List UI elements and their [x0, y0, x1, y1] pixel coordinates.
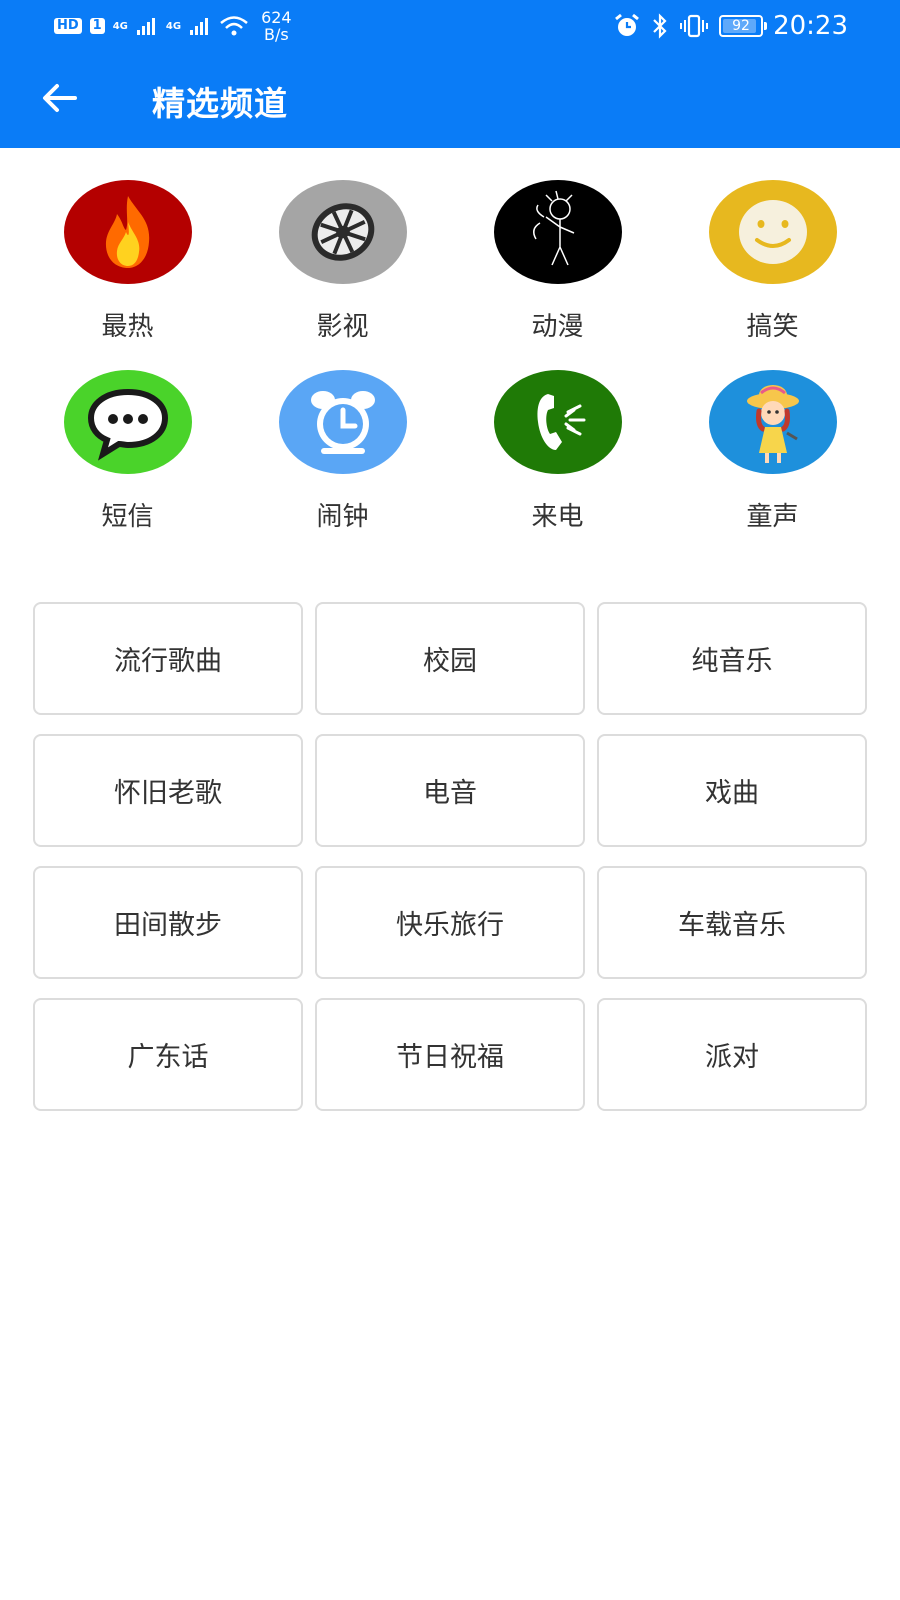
bluetooth-icon [653, 13, 667, 39]
category-label: 最热 [101, 312, 154, 342]
tag-button[interactable]: 车载音乐 [597, 866, 867, 979]
category-video[interactable]: 影视 [235, 180, 450, 370]
status-time: 20:23 [773, 11, 848, 41]
network-type-1: 4G [112, 20, 128, 32]
tag-button[interactable]: 节日祝福 [315, 998, 585, 1111]
status-bar: HD 1 4G 4G 624 B/s 92 20:23 [0, 0, 900, 50]
status-right: 92 20:23 [613, 10, 848, 42]
network-type-2: 4G [165, 20, 182, 32]
signal-icon [190, 18, 209, 35]
film-reel-icon [278, 180, 407, 284]
category-label: 短信 [101, 502, 154, 532]
alarm-icon [615, 13, 639, 36]
tag-button[interactable]: 流行歌曲 [33, 602, 303, 715]
alarm-clock-icon [278, 370, 407, 474]
tag-button[interactable]: 怀旧老歌 [33, 734, 303, 847]
category-label: 来电 [531, 502, 584, 532]
chat-bubble-icon [63, 370, 192, 474]
tag-button[interactable]: 电音 [315, 734, 585, 847]
flame-icon [63, 180, 192, 284]
back-button[interactable] [36, 75, 82, 121]
header: HD 1 4G 4G 624 B/s 92 20:23 精选频道 [0, 0, 900, 148]
category-anime[interactable]: 动漫 [450, 180, 665, 370]
smiley-icon [708, 180, 837, 284]
category-label: 动漫 [531, 312, 584, 342]
hd-badge: HD [54, 18, 82, 34]
category-label: 闹钟 [316, 502, 369, 532]
vibrate-icon [680, 14, 709, 38]
category-label: 影视 [316, 312, 369, 342]
wifi-icon [220, 16, 248, 36]
category-kids[interactable]: 童声 [665, 370, 880, 560]
tag-button[interactable]: 校园 [315, 602, 585, 715]
category-sms[interactable]: 短信 [20, 370, 235, 560]
phone-ringing-icon [493, 370, 622, 474]
tag-button[interactable]: 纯音乐 [597, 602, 867, 715]
anime-sketch-icon [493, 180, 622, 284]
network-speed-unit: B/s [263, 25, 289, 44]
category-funny[interactable]: 搞笑 [665, 180, 880, 370]
category-grid: 最热 影视 动漫 搞笑 短信 闹钟 来电 童声 [0, 180, 900, 560]
tag-button[interactable]: 戏曲 [597, 734, 867, 847]
tag-button[interactable]: 田间散步 [33, 866, 303, 979]
signal-icon [136, 18, 155, 35]
tag-button[interactable]: 广东话 [33, 998, 303, 1111]
tag-button[interactable]: 快乐旅行 [315, 866, 585, 979]
arrow-left-icon [43, 84, 77, 112]
status-left: HD 1 4G 4G 624 B/s [54, 9, 292, 43]
category-alarm[interactable]: 闹钟 [235, 370, 450, 560]
category-hot[interactable]: 最热 [20, 180, 235, 370]
app-bar: 精选频道 [0, 50, 900, 148]
tag-grid: 流行歌曲 校园 纯音乐 怀旧老歌 电音 戏曲 田间散步 快乐旅行 车载音乐 广东… [33, 602, 867, 1111]
category-call[interactable]: 来电 [450, 370, 665, 560]
network-speed: 624 B/s [261, 9, 292, 43]
battery-icon: 92 [719, 15, 768, 37]
battery-percent: 92 [732, 18, 750, 34]
sim-slot-badge: 1 [89, 18, 105, 34]
category-label: 童声 [746, 502, 799, 532]
network-speed-value: 624 [261, 8, 292, 27]
category-label: 搞笑 [746, 312, 799, 342]
child-singer-icon [708, 370, 837, 474]
page-title: 精选频道 [152, 84, 288, 123]
tag-button[interactable]: 派对 [597, 998, 867, 1111]
